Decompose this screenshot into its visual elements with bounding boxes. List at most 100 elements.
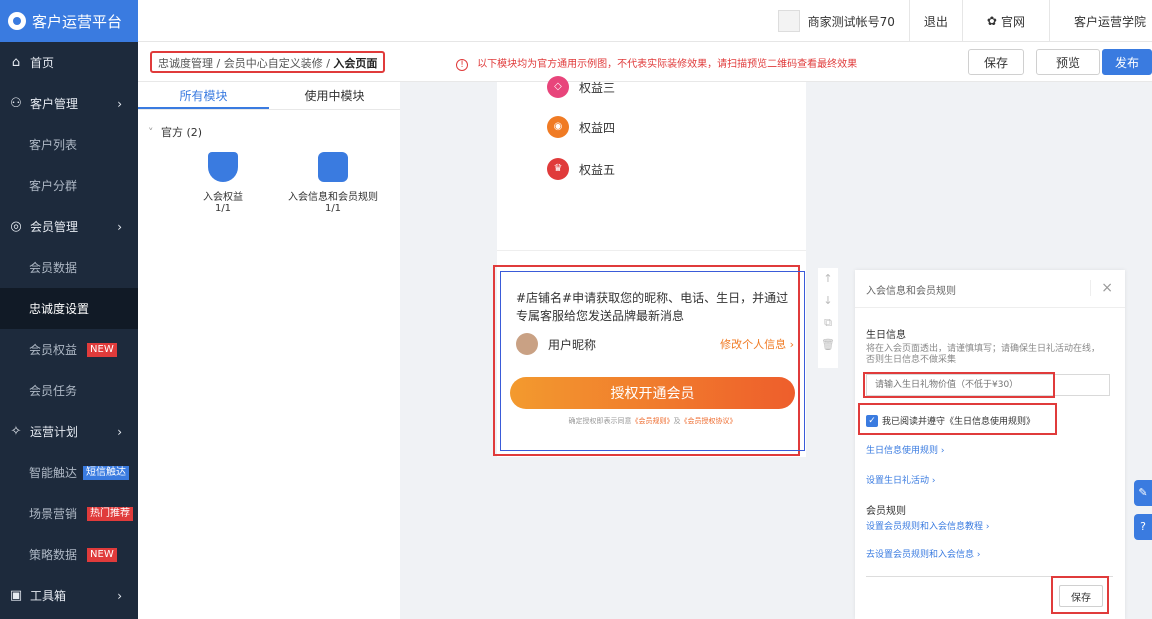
sms-badge: 短信触达 [83,465,130,480]
benefit-item[interactable]: ♛ 权益五 [547,158,615,180]
academy-link[interactable]: 客户运营学院 [1048,0,1152,42]
module-toolbar: ↑ ↓ ⧉ 🗑 [818,268,838,368]
user-nickname: 用户昵称 [548,337,597,352]
benefit-item[interactable]: ◇ 权益三 [547,76,615,98]
benefit-item[interactable]: ◉ 权益四 [547,116,615,138]
go-settings-link[interactable]: 去设置会员规则和入会信息 › [866,547,980,560]
benefit-icon: ◉ [547,116,569,138]
agreement-text: 确定授权即表示同意《会员规则》及《会员授权协议》 [510,416,795,426]
tab-modules-in-use[interactable]: 使用中模块 [269,82,400,109]
breadcrumb-item[interactable]: 会员中心自定义装修 [224,57,323,70]
publish-button[interactable]: 发布 [1102,49,1152,75]
official-site-label: 官网 [1000,14,1025,29]
module-name: 入会信息和会员规则 [288,192,378,203]
module-group-label: 官方 (2) [161,126,203,139]
authorize-membership-button[interactable]: 授权开通会员 [510,377,795,409]
tab-all-modules[interactable]: 所有模块 [138,82,269,109]
sidebar-item-loyalty-settings[interactable]: 忠诚度设置 [0,288,138,329]
copy-icon[interactable]: ⧉ [818,312,838,334]
benefit-label: 权益三 [579,80,616,95]
settings-save-button[interactable]: 保存 [1059,585,1103,607]
sidebar-item-member-tasks[interactable]: 会员任务 [0,370,138,411]
checkbox-label: 我已阅读并遵守《生日信息使用规则》 [882,417,1036,427]
preview-button[interactable]: 预览 [1036,49,1100,75]
home-icon: ⌂ [11,55,21,70]
sidebar-item-operation-plan[interactable]: ✧ 运营计划 › [0,411,138,452]
agree-prefix: 确定授权即表示同意 [568,417,632,425]
module-count: 1/1 [214,203,232,214]
edit-profile-link[interactable]: 修改个人信息 › [720,336,794,352]
sidebar-item-customer-management[interactable]: ⚇ 客户管理 › [0,83,138,124]
divider [497,250,806,251]
member-rules-label: 会员规则 [866,506,906,517]
logout-link[interactable]: 退出 [908,0,962,42]
sidebar-item-label: 智能触达 [29,466,78,480]
sidebar-item-member-management[interactable]: ◎ 会员管理 › [0,206,138,247]
sidebar-item-label: 会员权益 [29,343,78,357]
module-group[interactable]: ˅ 官方 (2) [138,110,400,140]
benefit-icon: ◇ [547,76,569,98]
settings-header: 入会信息和会员规则 × [855,270,1125,308]
birthday-label: 生日信息 [866,330,906,341]
sidebar-item-strategy-data[interactable]: 策略数据 NEW [0,534,138,575]
module-join-benefits[interactable]: 入会权益 1/1 [168,152,278,214]
sidebar-item-customer-list[interactable]: 客户列表 [0,124,138,165]
sidebar-item-label: 忠诚度设置 [29,302,90,316]
edit-float-icon[interactable]: ✎ [1134,480,1152,506]
globe-icon: ✿ [986,14,997,28]
member-rules-link[interactable]: 《会员规则》 [632,417,674,425]
top-bar: 商家测试帐号70 退出 ✿ 官网 客户运营学院 [138,0,1152,42]
module-join-info-rules[interactable]: 入会信息和会员规则 1/1 [278,152,388,214]
brand[interactable]: 客户运营平台 [0,0,138,42]
account-name[interactable]: 商家测试帐号70 [808,13,909,30]
badge-icon [208,152,238,182]
sidebar-item-label: 客户管理 [30,97,79,111]
help-float-icon[interactable]: ? [1134,514,1152,540]
chevron-right-icon: › [117,219,122,234]
sidebar-item-scene-marketing[interactable]: 场景营销 热门推荐 [0,493,138,534]
official-site-link[interactable]: ✿ 官网 [961,0,1049,42]
module-list: 入会权益 1/1 入会信息和会员规则 1/1 [138,152,400,214]
agree-mid: 及 [673,417,681,425]
settings-title: 入会信息和会员规则 [866,286,956,297]
sidebar-item-home[interactable]: ⌂ 首页 [0,42,138,83]
sidebar-item-label: 首页 [30,56,55,70]
module-panel: 所有模块 使用中模块 ˅ 官方 (2) 入会权益 1/1 入会信息和会员规则 1… [138,82,400,619]
account-avatar[interactable] [777,10,800,32]
id-card-icon [318,152,348,182]
breadcrumb-current: 入会页面 [333,57,378,70]
people-icon: ⚇ [10,96,22,111]
sidebar-item-member-benefits[interactable]: 会员权益 NEW [0,329,138,370]
breadcrumb-item[interactable]: 忠诚度管理 [158,57,213,70]
delete-icon[interactable]: 🗑 [818,334,838,356]
top-right-nav: 商家测试帐号70 退出 ✿ 官网 客户运营学院 [777,0,1152,42]
sidebar-item-customer-segments[interactable]: 客户分群 [0,165,138,206]
sidebar-item-label: 场景营销 [29,507,78,521]
info-icon: ! [456,59,468,71]
birthday-description: 将在入会页面透出，请谨慎填写；请确保生日礼活动在线，否则生日信息不做采集 [866,344,1101,365]
sidebar-item-smart-reach[interactable]: 智能触达 短信触达 [0,452,138,493]
join-message: #店铺名#申请获取您的昵称、电话、生日，并通过专属客服给您发送品牌最新消息 [516,291,789,323]
birthday-gift-link[interactable]: 设置生日礼活动 › [866,473,935,486]
notice-text: 以下模块均为官方通用示例图，不代表实际装修效果，请扫描预览二维码查看最终效果 [477,59,858,70]
move-down-icon[interactable]: ↓ [818,290,838,312]
chevron-right-icon: › [117,96,122,111]
tutorial-link[interactable]: 设置会员规则和入会信息教程 › [866,519,989,532]
birthday-rules-link[interactable]: 生日信息使用规则 › [866,443,944,456]
move-up-icon[interactable]: ↑ [818,268,838,290]
sidebar-item-label: 运营计划 [30,425,79,439]
close-icon[interactable]: × [1090,280,1113,296]
authorization-agreement-link[interactable]: 《会员授权协议》 [681,417,737,425]
sidebar-item-member-data[interactable]: 会员数据 [0,247,138,288]
sidebar-item-label: 客户列表 [29,138,78,152]
checkmark-icon: ✓ [866,414,878,427]
save-button[interactable]: 保存 [968,49,1024,75]
birthday-rules-checkbox[interactable]: ✓ 我已阅读并遵守《生日信息使用规则》 [866,414,1035,427]
notice: ! 以下模块均为官方通用示例图，不代表实际装修效果，请扫描预览二维码查看最终效果 [456,55,857,71]
sidebar-item-label: 会员管理 [30,220,79,234]
benefit-label: 权益五 [579,162,616,177]
logo-icon [8,12,26,30]
chevron-down-icon: ˅ [148,126,154,139]
sidebar-item-toolbox[interactable]: ▣ 工具箱 › [0,575,138,616]
settings-panel: 入会信息和会员规则 × 生日信息 将在入会页面透出，请谨慎填写；请确保生日礼活动… [855,270,1125,619]
